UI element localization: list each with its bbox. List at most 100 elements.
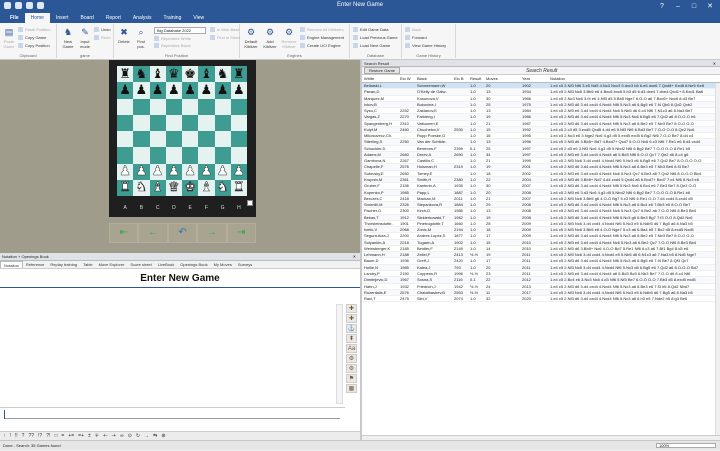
white-pawn-icon[interactable]: ♟	[135, 165, 147, 179]
square-e5[interactable]	[182, 114, 199, 131]
black-pawn-icon[interactable]: ♟	[136, 84, 148, 97]
square-e1[interactable]: ♚	[182, 179, 199, 196]
tab-surveys[interactable]: Surveys	[235, 261, 255, 268]
black-king-icon[interactable]: ♚	[184, 68, 196, 81]
white-pawn-icon[interactable]: ♟	[184, 165, 196, 179]
tab-board[interactable]: Board	[74, 13, 99, 23]
repertoire-white-button[interactable]: Repertoire White	[154, 36, 191, 42]
black-knight-icon[interactable]: ♞	[136, 68, 148, 81]
white-bishop-icon[interactable]: ♝	[200, 181, 212, 195]
square-h6[interactable]	[230, 98, 247, 115]
square-b2[interactable]: ♟	[133, 163, 150, 180]
black-pawn-icon[interactable]: ♟	[201, 84, 213, 97]
annotation-symbol-button[interactable]: !	[10, 432, 11, 440]
find-in-show-button[interactable]: Find in Show	[210, 35, 240, 41]
board-squares[interactable]: ♜ ♞ ♝ ♛ ♚ ♝ ♞ ♜ ♟ ♟ ♟ ♟ ♟ ♟ ♟ ♟ ♟ ♟ ♟ ♟ ♟ ♟ ♟ ♟ ♜ ♞ ♝ ♛ ♚ ♝ ♞ ♜	[117, 66, 247, 196]
square-d4[interactable]	[165, 131, 182, 148]
white-pawn-icon[interactable]: ♟	[152, 165, 164, 179]
tab-insert[interactable]: Insert	[50, 13, 75, 23]
square-d3[interactable]	[165, 147, 182, 164]
close-pane-icon[interactable]: ✕	[713, 60, 716, 67]
white-knight-icon[interactable]: ♞	[217, 181, 229, 195]
result-scrollbar[interactable]	[715, 83, 720, 435]
square-a4[interactable]	[117, 131, 134, 148]
tab-openings-book[interactable]: Openings Book	[177, 261, 210, 268]
close-button[interactable]: ✕	[702, 1, 718, 12]
annotation-symbol-button[interactable]: !!	[15, 432, 18, 440]
forward-button[interactable]: Forward	[405, 35, 427, 41]
white-queen-icon[interactable]: ♛	[168, 181, 180, 195]
engine-management-button[interactable]: Engine Management	[300, 35, 344, 41]
square-g2[interactable]: ♟	[214, 163, 231, 180]
copy-position-button[interactable]: Copy Position	[18, 43, 50, 49]
square-d1[interactable]: ♛	[165, 179, 182, 196]
tab-my-moves[interactable]: My Moves	[211, 261, 235, 268]
take-back-button[interactable]: ↶	[168, 224, 197, 242]
white-king-icon[interactable]: ♚	[184, 181, 196, 195]
black-knight-icon[interactable]: ♞	[217, 68, 229, 81]
square-g4[interactable]	[214, 131, 231, 148]
square-h4[interactable]	[230, 131, 247, 148]
square-f8[interactable]: ♝	[198, 66, 215, 83]
paste-game-button[interactable]: ▤ Paste Game	[2, 26, 16, 49]
in-web-base-button[interactable]: in Web Base	[210, 27, 240, 33]
square-b4[interactable]	[133, 131, 150, 148]
tab-analysis[interactable]: Analysis	[127, 13, 158, 23]
square-b5[interactable]	[133, 114, 150, 131]
square-g7[interactable]: ♟	[214, 82, 231, 99]
annotation-symbol-button[interactable]: +-	[103, 432, 108, 440]
column-moves[interactable]: Moves	[486, 75, 498, 83]
square-f7[interactable]: ♟	[198, 82, 215, 99]
minimize-button[interactable]: –	[670, 1, 686, 12]
annotation-symbol-button[interactable]: ↻	[136, 432, 140, 440]
first-move-button[interactable]: ⇤	[110, 224, 138, 242]
annotation-symbol-button[interactable]: →	[144, 432, 149, 440]
restore-game-button[interactable]: Restore Game	[364, 67, 401, 74]
copy-game-button[interactable]: Copy Game	[18, 35, 46, 41]
previous-move-button[interactable]: ←	[139, 224, 167, 242]
square-f1[interactable]: ♝	[198, 179, 215, 196]
square-c6[interactable]	[149, 98, 166, 115]
square-d2[interactable]: ♟	[165, 163, 182, 180]
square-c7[interactable]: ♟	[149, 82, 166, 99]
square-h3[interactable]	[230, 147, 247, 164]
add-kibitzer-button[interactable]: ⚙ Add Kibitzer	[261, 26, 279, 49]
black-rook-icon[interactable]: ♜	[119, 68, 131, 81]
settings-icon[interactable]: ⚙	[346, 354, 357, 363]
tab-view[interactable]: View	[187, 13, 210, 23]
annotation-symbol-button[interactable]: ↑	[3, 432, 6, 440]
annotation-symbol-button[interactable]: ⇆	[153, 432, 157, 440]
square-a3[interactable]	[117, 147, 134, 164]
square-g6[interactable]	[214, 98, 231, 115]
tab-replay-training[interactable]: Replay training	[47, 261, 80, 268]
tab-notation[interactable]: Notation	[0, 261, 23, 268]
square-a5[interactable]	[117, 114, 134, 131]
square-f2[interactable]: ♟	[198, 163, 215, 180]
tab-home[interactable]: Home	[24, 13, 50, 23]
annotation-symbol-button[interactable]: ?	[22, 432, 25, 440]
last-move-button[interactable]: ⇥	[227, 224, 256, 242]
black-pawn-icon[interactable]: ♟	[233, 84, 245, 97]
square-c2[interactable]: ♟	[149, 163, 166, 180]
load-next-game-button[interactable]: Load Next Game	[353, 43, 390, 49]
default-kibitzer-button[interactable]: ⚙ Default Kibitzer	[242, 26, 260, 49]
repertoire-black-button[interactable]: Repertoire Black	[154, 43, 191, 49]
options-icon[interactable]: ⚙	[346, 364, 357, 373]
square-e3[interactable]	[182, 147, 199, 164]
square-c8[interactable]: ♝	[149, 66, 166, 83]
square-f6[interactable]	[198, 98, 215, 115]
annotation-symbol-button[interactable]: +=	[68, 432, 74, 440]
new-game-button[interactable]: ♞ New Game	[59, 26, 77, 49]
annotation-symbol-button[interactable]: !?	[38, 432, 42, 440]
white-bishop-icon[interactable]: ♝	[152, 181, 164, 195]
column-black[interactable]: Black	[417, 75, 453, 83]
edit-game-data-button[interactable]: Edit Game Data	[353, 27, 388, 33]
next-move-button[interactable]: →	[198, 224, 226, 242]
annotation-symbol-button[interactable]: ∓	[95, 432, 99, 440]
database-select[interactable]: Big Database 2022	[154, 27, 206, 34]
column-notation[interactable]: Notation	[550, 75, 716, 83]
black-pawn-icon[interactable]: ♟	[152, 84, 164, 97]
square-f4[interactable]	[198, 131, 215, 148]
black-bishop-icon[interactable]: ♝	[152, 68, 164, 81]
square-e4[interactable]	[182, 131, 199, 148]
